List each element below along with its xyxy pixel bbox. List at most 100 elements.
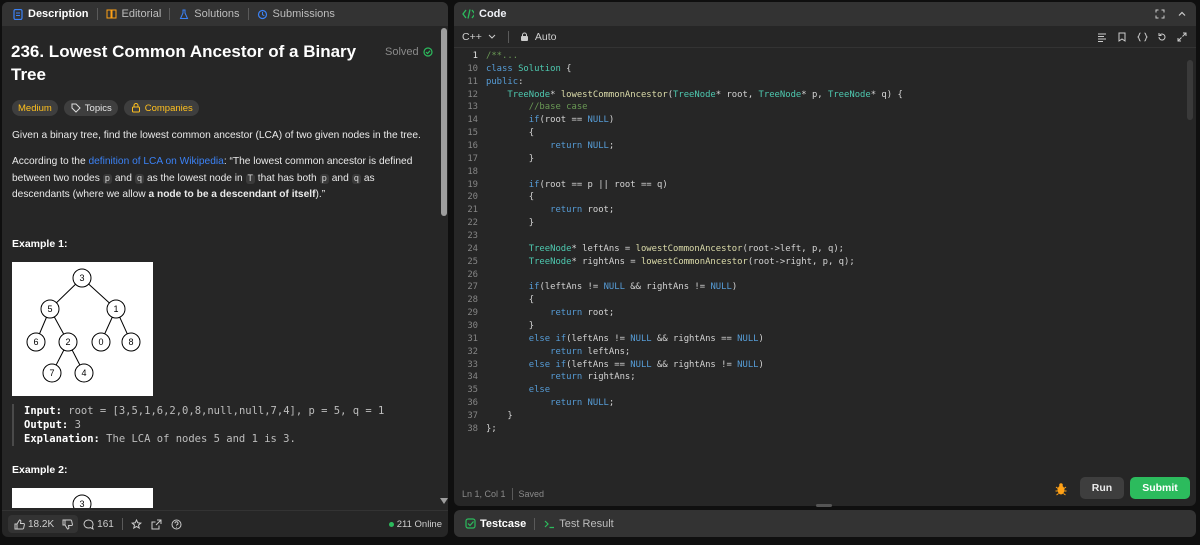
code-line[interactable]: 32 return leftAns; bbox=[454, 346, 1196, 359]
help-icon bbox=[171, 518, 183, 530]
submit-button[interactable]: Submit bbox=[1130, 477, 1190, 499]
code-line[interactable]: 37 } bbox=[454, 410, 1196, 423]
language-select[interactable]: C++ bbox=[462, 31, 498, 43]
code-line[interactable]: 35 else bbox=[454, 384, 1196, 397]
companies-label: Companies bbox=[144, 102, 193, 114]
code-line[interactable]: 17 } bbox=[454, 153, 1196, 166]
code-text: TreeNode* leftAns = lowestCommonAncestor… bbox=[528, 243, 845, 254]
line-number: 16 bbox=[467, 141, 478, 152]
scroll-thumb[interactable] bbox=[441, 28, 447, 216]
code-line[interactable]: 19 if(root == p || root == q) bbox=[454, 179, 1196, 192]
test-panel: Testcase Test Result bbox=[454, 510, 1196, 537]
code-line[interactable]: 16 return NULL; bbox=[454, 140, 1196, 153]
code-text: } bbox=[486, 218, 535, 229]
code-line[interactable]: 21 return root; bbox=[454, 204, 1196, 217]
like-button[interactable]: 18.2K bbox=[8, 515, 79, 533]
code-line[interactable]: 1 /**... bbox=[454, 50, 1196, 63]
test-tabbar: Testcase Test Result bbox=[454, 510, 1196, 537]
panel-resize-handle[interactable] bbox=[816, 504, 832, 507]
help-button[interactable] bbox=[167, 518, 187, 530]
code-text: class Solution { bbox=[486, 63, 572, 74]
code-line[interactable]: 23 bbox=[454, 230, 1196, 243]
terminal-icon bbox=[543, 518, 555, 530]
topics-chip[interactable]: Topics bbox=[63, 100, 118, 116]
code-line[interactable]: 11 public: bbox=[454, 76, 1196, 89]
favorite-button[interactable] bbox=[127, 518, 147, 530]
editor-scrollbar[interactable] bbox=[1187, 60, 1193, 470]
thumbs-down-icon[interactable] bbox=[61, 518, 73, 530]
definition-text: as the lowest node in bbox=[144, 172, 246, 184]
reset-icon[interactable] bbox=[1156, 31, 1168, 43]
code-text: else if(leftAns == NULL && rightAns != N… bbox=[528, 359, 764, 370]
example1-input-line: Input: root = [3,5,1,6,2,0,8,null,null,7… bbox=[24, 404, 432, 418]
difficulty-badge: Medium bbox=[12, 100, 58, 116]
document-icon bbox=[12, 8, 24, 20]
tab-description[interactable]: Description bbox=[8, 2, 93, 26]
code-text: } bbox=[486, 321, 535, 332]
code-line[interactable]: 22 } bbox=[454, 217, 1196, 230]
tab-solutions[interactable]: Solutions bbox=[174, 2, 243, 26]
code-p: p bbox=[319, 173, 329, 184]
debugger-icon[interactable] bbox=[1054, 482, 1068, 496]
comments-button[interactable]: 161 bbox=[78, 518, 118, 530]
code-line[interactable]: 30 } bbox=[454, 320, 1196, 333]
code-line[interactable]: 10 class Solution { bbox=[454, 63, 1196, 76]
tab-testcase[interactable]: Testcase bbox=[460, 512, 530, 536]
tab-submissions[interactable]: Submissions bbox=[253, 2, 339, 26]
code-line[interactable]: 26 bbox=[454, 269, 1196, 282]
run-button[interactable]: Run bbox=[1080, 477, 1124, 499]
share-button[interactable] bbox=[147, 518, 167, 530]
line-number: 27 bbox=[467, 282, 478, 293]
lca-wikipedia-link[interactable]: definition of LCA on Wikipedia bbox=[88, 156, 223, 167]
code-editor[interactable]: 1 /**... 10 class Solution {11 public: 12 Tre… bbox=[454, 50, 1196, 470]
code-text: else if(leftAns != NULL && rightAns == N… bbox=[528, 333, 764, 344]
flask-icon bbox=[178, 8, 190, 20]
companies-chip[interactable]: Companies bbox=[123, 100, 199, 116]
line-number: 14 bbox=[467, 115, 478, 126]
editor-scroll-thumb[interactable] bbox=[1187, 60, 1193, 120]
scroll-down-icon[interactable] bbox=[440, 498, 448, 504]
code-line[interactable]: 31 else if(leftAns != NULL && rightAns =… bbox=[454, 333, 1196, 346]
checkbox-icon bbox=[464, 518, 476, 530]
bookmark-icon[interactable] bbox=[1116, 31, 1128, 43]
code-line[interactable]: 29 return root; bbox=[454, 307, 1196, 320]
code-line[interactable]: 15 { bbox=[454, 127, 1196, 140]
code-line[interactable]: 33 else if(leftAns == NULL && rightAns !… bbox=[454, 359, 1196, 372]
cursor-position: Ln 1, Col 1 bbox=[462, 489, 506, 499]
braces-icon[interactable] bbox=[1136, 31, 1148, 43]
tab-editorial[interactable]: Editorial bbox=[102, 2, 166, 26]
code-text: if(leftAns != NULL && rightAns != NULL) bbox=[528, 282, 738, 293]
test-result-label: Test Result bbox=[559, 517, 614, 530]
tab-test-result[interactable]: Test Result bbox=[539, 512, 617, 536]
code-line[interactable]: 24 TreeNode* leftAns = lowestCommonAnces… bbox=[454, 243, 1196, 256]
code-line[interactable]: 20 { bbox=[454, 191, 1196, 204]
mode-indicator[interactable]: Auto bbox=[519, 30, 557, 43]
problem-definition: According to the definition of LCA on Wi… bbox=[12, 154, 432, 204]
mode-label: Auto bbox=[534, 30, 557, 43]
tab-divider bbox=[96, 8, 98, 20]
line-number: 29 bbox=[467, 308, 478, 319]
online-indicator: 211 Online bbox=[388, 518, 442, 530]
definition-bold: a node to be a descendant of itself bbox=[148, 189, 316, 200]
problem-intro: Given a binary tree, find the lowest com… bbox=[12, 130, 421, 141]
line-number: 25 bbox=[467, 256, 478, 267]
code-line[interactable]: 28 { bbox=[454, 294, 1196, 307]
online-count: 211 Online bbox=[396, 518, 442, 530]
code-line[interactable]: 38}; bbox=[454, 423, 1196, 436]
fullscreen-icon[interactable] bbox=[1176, 31, 1188, 43]
code-line[interactable]: 36 return NULL; bbox=[454, 397, 1196, 410]
line-number: 19 bbox=[467, 179, 478, 190]
code-line[interactable]: 14 if(root == NULL) bbox=[454, 114, 1196, 127]
description-scrollbar[interactable] bbox=[439, 26, 448, 512]
maximize-icon[interactable] bbox=[1154, 8, 1166, 20]
tree-node-label: 3 bbox=[79, 499, 84, 508]
format-icon[interactable] bbox=[1096, 31, 1108, 43]
code-line[interactable]: 27 if(leftAns != NULL && rightAns != NUL… bbox=[454, 281, 1196, 294]
collapse-icon[interactable] bbox=[1176, 8, 1188, 20]
code-line[interactable]: 18 bbox=[454, 166, 1196, 179]
code-line[interactable]: 13 //base case bbox=[454, 101, 1196, 114]
left-tabbar: Description Editorial Solutions Submissi… bbox=[2, 2, 448, 26]
code-line[interactable]: 34 return rightAns; bbox=[454, 371, 1196, 384]
code-line[interactable]: 12 TreeNode* lowestCommonAncestor(TreeNo… bbox=[454, 89, 1196, 102]
code-line[interactable]: 25 TreeNode* rightAns = lowestCommonAnce… bbox=[454, 256, 1196, 269]
